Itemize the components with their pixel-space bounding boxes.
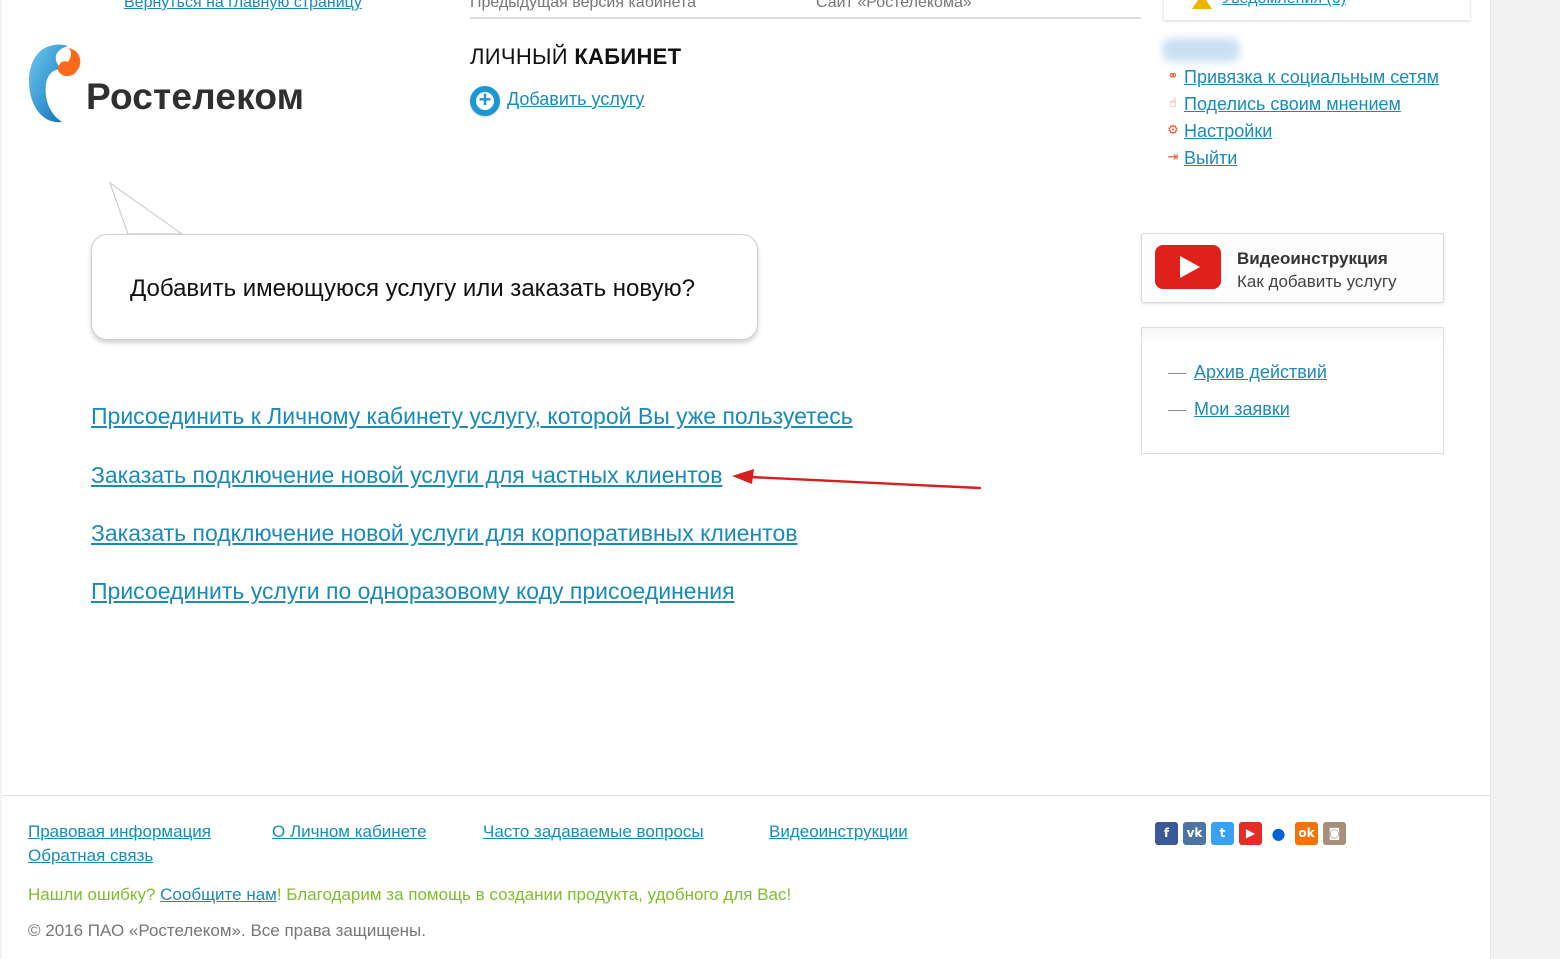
gear-icon: ⚙ [1167,122,1179,137]
odnoklassniki-icon[interactable]: ok [1295,822,1318,845]
twitter-icon[interactable]: t [1211,822,1234,845]
copyright: © 2016 ПАО «Ростелеком». Все права защищ… [28,921,426,940]
side-item-requests: Мои заявки [1168,399,1290,420]
logout-link[interactable]: Выйти [1184,148,1237,168]
youtube-play-icon [1155,245,1221,289]
add-circle-icon[interactable] [470,86,500,116]
rostelecom-site-link[interactable]: Сайт «Ростелекома» [816,0,972,12]
error-suffix: ! Благодарим за помощь в создании продук… [276,885,792,904]
top-divider [470,17,1141,19]
rostelecom-logo-icon[interactable] [28,44,84,126]
action-archive-link[interactable]: Архив действий [1194,362,1327,382]
order-private-service-link[interactable]: Заказать подключение новой услуги для ча… [91,462,722,489]
page: Вернуться на главную страницу Предыдущая… [2,0,1491,959]
dash-icon [1168,409,1186,411]
flickr-icon[interactable]: ● [1267,822,1290,845]
user-menu-item-feedback[interactable]: ☝ Поделись своим мнением [1164,91,1464,118]
video-title: Видеоинструкция [1237,249,1388,268]
report-error-link[interactable]: Сообщите нам [160,885,277,904]
right-gutter [1491,0,1560,959]
attach-existing-service-link[interactable]: Присоединить к Личному кабинету услугу, … [91,403,853,430]
faq-link[interactable]: Часто задаваемые вопросы [483,822,704,842]
youtube-icon[interactable]: ▶ [1239,822,1262,845]
video-instructions-link[interactable]: Видеоинструкции [769,822,908,842]
user-name-blurred [1162,38,1240,62]
side-item-archive: Архив действий [1168,362,1327,383]
footer-divider [2,795,1490,796]
speech-bubble: Добавить имеющуюся услугу или заказать н… [91,234,758,340]
instagram-icon[interactable]: ◙ [1323,822,1346,845]
bubble-question: Добавить имеющуюся услугу или заказать н… [130,275,695,302]
logo-wordmark: Ростелеком [86,76,305,117]
link-icon: ⚭ [1167,68,1179,83]
title-bold: КАБИНЕТ [574,44,682,69]
attach-by-code-link[interactable]: Присоединить услуги по одноразовому коду… [91,578,735,605]
error-report-line: Нашли ошибку? Сообщите нам! Благодарим з… [28,885,791,905]
error-prefix: Нашли ошибку? [28,885,161,904]
speech-bubble-tail [109,182,184,235]
previous-version-link[interactable]: Предыдущая версия кабинета [470,0,696,12]
side-links-box: Архив действий Мои заявки [1141,327,1444,454]
social-binding-link[interactable]: Привязка к социальным сетям [1184,67,1439,87]
legal-info-link[interactable]: Правовая информация [28,822,211,842]
page-title: ЛИЧНЫЙ КАБИНЕТ [470,44,681,70]
order-corporate-service-link[interactable]: Заказать подключение новой услуги для ко… [91,520,797,547]
thumb-icon: ☝ [1169,95,1177,110]
facebook-icon[interactable]: f [1155,822,1178,845]
add-service-link[interactable]: Добавить услугу [507,89,644,110]
notifications-box: Уведомления (0) [1164,0,1470,20]
user-menu: ⚭ Привязка к социальным сетям ☝ Поделись… [1164,64,1464,172]
exit-icon: ⇥ [1167,149,1179,164]
user-menu-item-logout[interactable]: ⇥ Выйти [1164,145,1464,172]
vk-icon[interactable]: vk [1183,822,1206,845]
feedback-link[interactable]: Обратная связь [28,846,153,866]
share-opinion-link[interactable]: Поделись своим мнением [1184,94,1401,114]
warning-icon [1192,0,1212,9]
user-menu-item-settings[interactable]: ⚙ Настройки [1164,118,1464,145]
title-prefix: ЛИЧНЫЙ [470,44,568,69]
annotation-arrow-icon [732,469,982,490]
settings-link[interactable]: Настройки [1184,121,1272,141]
back-to-main-link[interactable]: Вернуться на главную страницу [124,0,362,12]
notifications-link[interactable]: Уведомления (0) [1222,0,1346,8]
dash-icon [1168,372,1186,374]
video-instruction-card[interactable]: Видеоинструкция Как добавить услугу [1141,233,1444,303]
video-subtitle: Как добавить услугу [1237,272,1397,291]
user-menu-item-social[interactable]: ⚭ Привязка к социальным сетям [1164,64,1464,91]
my-requests-link[interactable]: Мои заявки [1194,399,1290,419]
about-cabinet-link[interactable]: О Личном кабинете [272,822,427,842]
